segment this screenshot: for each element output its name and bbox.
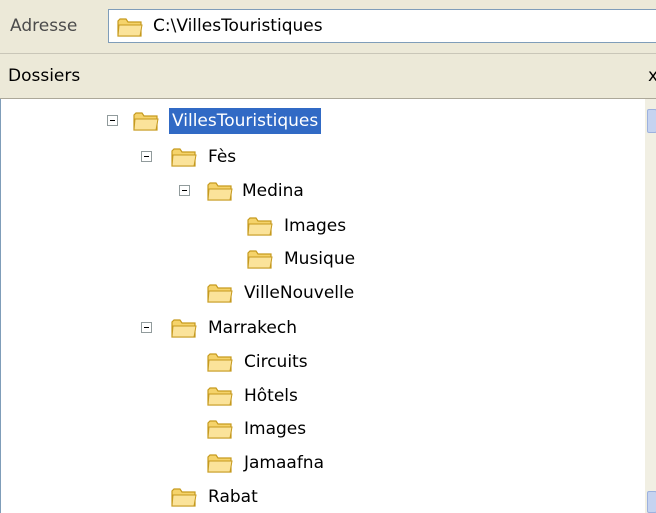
folder-icon bbox=[171, 486, 197, 508]
tree-label: Jamaafna bbox=[244, 453, 325, 473]
tree-label: Medina bbox=[242, 181, 304, 201]
collapse-icon[interactable] bbox=[141, 322, 152, 333]
address-bar: Adresse C:\VillesTouristiques bbox=[0, 0, 656, 54]
tree-label: Musique bbox=[284, 249, 356, 269]
tree-label: Images bbox=[244, 419, 307, 439]
collapse-icon[interactable] bbox=[141, 151, 152, 162]
folder-icon bbox=[247, 248, 273, 270]
collapse-icon[interactable] bbox=[107, 115, 118, 126]
collapse-icon[interactable] bbox=[179, 185, 190, 196]
folders-pane-title: Dossiers bbox=[8, 66, 81, 86]
folder-icon bbox=[171, 317, 197, 339]
folder-tree: VillesTouristiques Fès Medina Images Mus… bbox=[0, 99, 656, 513]
folder-icon bbox=[133, 110, 159, 132]
folder-icon bbox=[207, 418, 233, 440]
tree-label: VilleNouvelle bbox=[244, 283, 355, 303]
vertical-scrollbar[interactable] bbox=[645, 99, 656, 513]
tree-label: Rabat bbox=[208, 487, 258, 507]
address-input[interactable]: C:\VillesTouristiques bbox=[108, 9, 656, 43]
scroll-up-button[interactable] bbox=[647, 109, 656, 133]
folder-icon bbox=[117, 16, 143, 38]
tree-label: Circuits bbox=[244, 352, 308, 372]
folder-icon bbox=[207, 282, 233, 304]
tree-label: Hôtels bbox=[244, 386, 298, 406]
close-icon[interactable]: x bbox=[648, 54, 656, 98]
folder-icon bbox=[247, 215, 273, 237]
tree-label: VillesTouristiques bbox=[169, 108, 322, 134]
tree-label: Images bbox=[284, 216, 347, 236]
folder-icon bbox=[207, 180, 233, 202]
tree-label: Fès bbox=[208, 147, 237, 167]
scroll-down-button[interactable] bbox=[647, 491, 656, 513]
folder-icon bbox=[207, 385, 233, 407]
folders-pane-header: Dossiers x bbox=[0, 54, 656, 99]
folder-icon bbox=[171, 146, 197, 168]
folder-icon bbox=[207, 351, 233, 373]
address-label: Adresse bbox=[10, 16, 78, 36]
folder-icon bbox=[207, 452, 233, 474]
address-path: C:\VillesTouristiques bbox=[153, 16, 323, 36]
tree-label: Marrakech bbox=[208, 318, 298, 338]
